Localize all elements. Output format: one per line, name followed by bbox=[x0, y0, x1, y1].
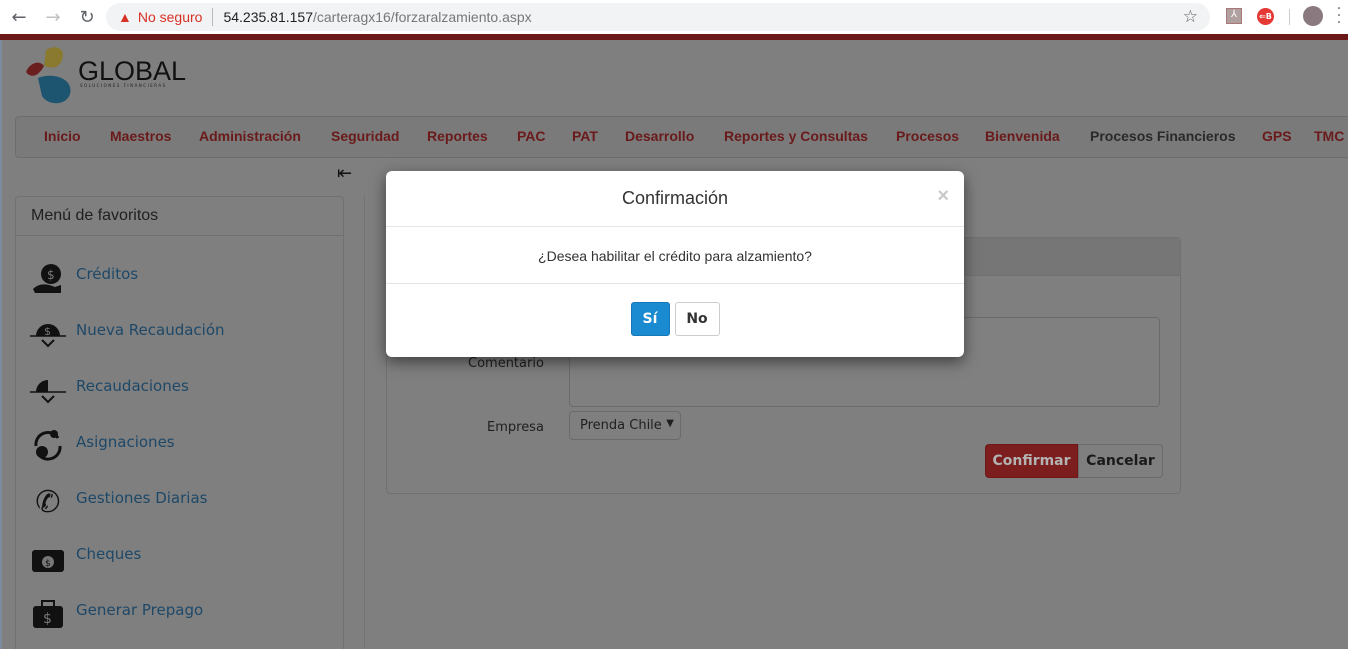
page-edge bbox=[0, 40, 2, 649]
hand-coin-icon: $ bbox=[30, 260, 66, 296]
sidebar-item-label: Cheques bbox=[76, 545, 142, 563]
phone-icon: ✆ bbox=[35, 484, 61, 520]
logo-mark-icon bbox=[26, 47, 71, 104]
divider bbox=[364, 196, 365, 649]
caret-down-icon: ▼ bbox=[666, 418, 674, 429]
divider bbox=[1289, 9, 1290, 25]
pdf-extension-icon[interactable]: ⅄ bbox=[1226, 8, 1242, 24]
sidebar-item-nueva-recaudacion[interactable]: $ Nueva Recaudación bbox=[30, 316, 225, 352]
sidebar-item-label: Créditos bbox=[76, 265, 139, 283]
sidebar-item-cheques[interactable]: $ Cheques bbox=[30, 540, 141, 576]
nav-reportes-consultas[interactable]: Reportes y Consultas bbox=[724, 128, 868, 144]
logo-tagline: SOLUCIONES FINANCIERAS bbox=[80, 83, 167, 88]
profile-avatar[interactable] bbox=[1303, 6, 1323, 26]
sidebar-item-label: Generar Prepago bbox=[76, 601, 204, 619]
sidebar-item-gestiones-diarias[interactable]: ✆ Gestiones Diarias bbox=[30, 484, 207, 520]
security-label[interactable]: No seguro bbox=[138, 9, 203, 25]
address-bar[interactable]: ▲ No seguro 54.235.81.157/carteragx16/fo… bbox=[106, 3, 1210, 31]
sidebar-item-asignaciones[interactable]: Asignaciones bbox=[30, 428, 175, 464]
sidebar-item-generar-prepago[interactable]: $ Generar Prepago bbox=[30, 596, 203, 632]
browser-toolbar: ← → ↻ ▲ No seguro 54.235.81.157/carterag… bbox=[0, 0, 1348, 34]
sidebar-title: Menú de favoritos bbox=[16, 197, 343, 236]
reload-icon[interactable]: ↻ bbox=[72, 7, 102, 28]
bookmark-star-icon[interactable]: ☆ bbox=[1183, 7, 1198, 27]
company-select[interactable]: Prenda Chile ▼ bbox=[569, 411, 681, 440]
logo[interactable]: GLOBAL SOLUCIONES FINANCIERAS bbox=[22, 44, 202, 110]
confirm-button[interactable]: Confirmar bbox=[985, 444, 1078, 478]
modal-message: ¿Desea habilitar el crédito para alzamie… bbox=[386, 227, 964, 284]
nav-maestros[interactable]: Maestros bbox=[110, 128, 171, 144]
nav-bienvenida[interactable]: Bienvenida bbox=[985, 128, 1060, 144]
coin-down-icon bbox=[30, 372, 66, 408]
warning-icon: ▲ bbox=[118, 9, 132, 25]
nav-administracion[interactable]: Administración bbox=[199, 128, 301, 144]
company-value: Prenda Chile bbox=[580, 418, 662, 433]
nav-pac[interactable]: PAC bbox=[517, 128, 546, 144]
sidebar-item-recaudaciones[interactable]: Recaudaciones bbox=[30, 372, 189, 408]
yes-button[interactable]: Sí bbox=[630, 302, 670, 336]
back-icon[interactable]: ← bbox=[4, 7, 34, 28]
sidebar-item-label: Nueva Recaudación bbox=[76, 321, 225, 339]
briefcase-dollar-icon: $ bbox=[30, 596, 66, 632]
nav-tmc[interactable]: TMC bbox=[1314, 128, 1344, 144]
confirmation-modal: Confirmación × ¿Desea habilitar el crédit… bbox=[386, 171, 964, 357]
modal-title: Confirmación bbox=[621, 188, 729, 208]
url-text[interactable]: 54.235.81.157/carteragx16/forzaralzamien… bbox=[223, 9, 531, 25]
nav-inicio[interactable]: Inicio bbox=[44, 128, 81, 144]
nav-reportes[interactable]: Reportes bbox=[427, 128, 488, 144]
close-icon[interactable]: × bbox=[937, 169, 949, 223]
svg-text:$: $ bbox=[47, 268, 55, 282]
nav-procesos-financieros[interactable]: Procesos Financieros bbox=[1090, 128, 1236, 144]
nav-desarrollo[interactable]: Desarrollo bbox=[625, 128, 694, 144]
no-button[interactable]: No bbox=[674, 302, 720, 336]
coin-down-icon: $ bbox=[30, 316, 66, 352]
extension-icon[interactable]: ⇐B bbox=[1257, 8, 1274, 25]
nav-gps[interactable]: GPS bbox=[1262, 128, 1292, 144]
brand-bar bbox=[0, 34, 1348, 40]
url-path: /carteragx16/forzaralzamiento.aspx bbox=[312, 9, 532, 25]
nav-seguridad[interactable]: Seguridad bbox=[331, 128, 399, 144]
wallet-icon: $ bbox=[30, 540, 66, 576]
sidebar-item-label: Asignaciones bbox=[76, 433, 175, 451]
nav-pat[interactable]: PAT bbox=[572, 128, 598, 144]
kebab-menu-icon[interactable]: · · · bbox=[1334, 2, 1344, 30]
divider bbox=[212, 8, 214, 26]
nav-procesos[interactable]: Procesos bbox=[896, 128, 959, 144]
main-nav: Inicio Maestros Administración Seguridad… bbox=[15, 116, 1348, 158]
svg-text:$: $ bbox=[43, 611, 52, 627]
cancel-button[interactable]: Cancelar bbox=[1078, 444, 1163, 478]
company-label: Empresa bbox=[487, 420, 544, 435]
comment-label: Comentario bbox=[468, 356, 544, 371]
url-host: 54.235.81.157 bbox=[223, 9, 313, 25]
svg-text:$: $ bbox=[45, 559, 51, 569]
sidebar-item-label: Recaudaciones bbox=[76, 377, 189, 395]
cycle-coin-icon bbox=[30, 428, 66, 464]
sidebar-item-creditos[interactable]: $ Créditos bbox=[30, 260, 138, 296]
collapse-sidebar-icon[interactable]: ⇤ bbox=[337, 163, 352, 184]
forward-icon[interactable]: → bbox=[38, 7, 68, 28]
sidebar-item-label: Gestiones Diarias bbox=[76, 489, 208, 507]
